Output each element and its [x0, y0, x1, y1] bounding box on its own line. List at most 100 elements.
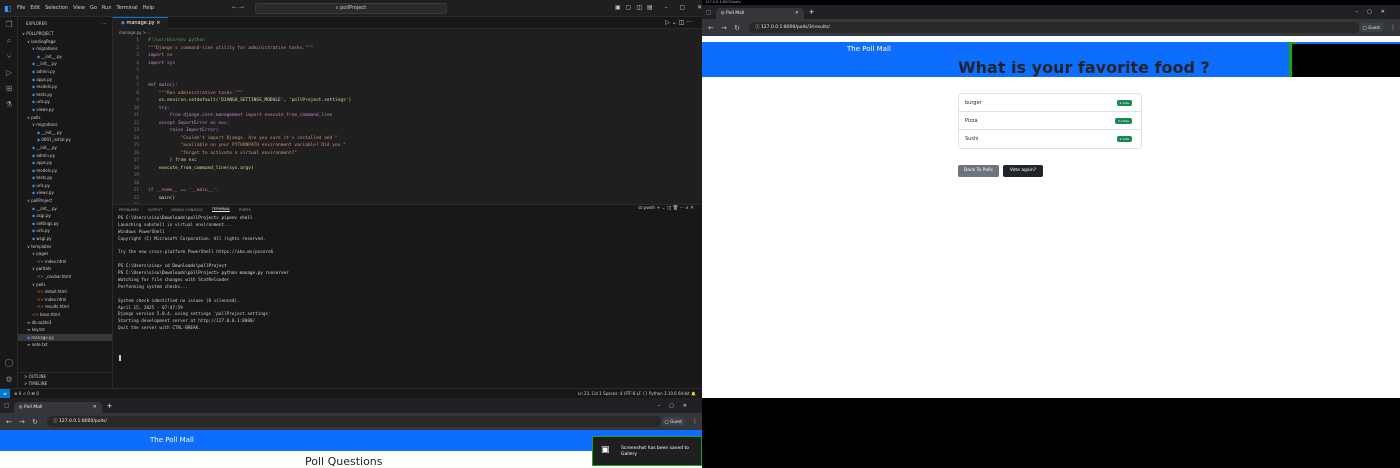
tree-item[interactable]: ∨ landingPage	[18, 38, 112, 46]
tree-item[interactable]: ◆ asgi.py	[18, 212, 112, 220]
tree-item[interactable]: ≡ key.txt	[18, 326, 112, 334]
back-icon[interactable]: ←	[708, 24, 715, 32]
tree-item[interactable]: ∨ migrations	[18, 121, 112, 129]
search-icon[interactable]: ⌕	[0, 33, 18, 49]
tab-debug-console[interactable]: DEBUG CONSOLE	[171, 208, 202, 212]
tree-item[interactable]: <> base.html	[18, 311, 112, 319]
timeline-section[interactable]: > TIMELINE	[18, 380, 112, 388]
guest-profile-button[interactable]: ◯ Guest	[1358, 23, 1384, 32]
menu-kebab-icon[interactable]: ⋮	[1390, 24, 1396, 31]
editor-actions[interactable]: ▷ ⌄ ◫ ···	[665, 19, 692, 26]
address-bar[interactable]: ⓘ 127.0.0.1:8000/polls/3/results/	[749, 22, 1360, 33]
browser-tab[interactable]: ◎ Poll Mall ✕	[715, 8, 804, 19]
tree-item[interactable]: ∨ pages	[18, 250, 112, 258]
status-left[interactable]: ⊗ 0 ⚠ 0 ⌘ 0	[14, 389, 39, 398]
tree-item[interactable]: ∨ templates	[18, 243, 112, 251]
back-icon[interactable]: ←	[6, 418, 13, 426]
tree-item[interactable]: <> _navbar.html	[18, 273, 112, 281]
forward-icon[interactable]: →	[721, 24, 728, 32]
source-control-icon[interactable]: ⑂	[0, 49, 18, 65]
menu-item[interactable]: Run	[102, 5, 112, 11]
new-tab-icon[interactable]: +	[107, 402, 113, 410]
extensions-icon[interactable]: ⊞	[0, 81, 18, 97]
tree-item[interactable]: ◆ 0001_initial.py	[18, 136, 112, 144]
tree-item[interactable]: ∨ migrations	[18, 45, 112, 53]
screenshot-toast[interactable]: ▣ Screenshot has been saved to Gallery	[592, 436, 702, 466]
tree-item[interactable]: <> index.html	[18, 296, 112, 304]
tree-item[interactable]: ◆ urls.py	[18, 182, 112, 190]
menu-item[interactable]: Go	[90, 5, 97, 11]
tree-item[interactable]: ∨ polls	[18, 114, 112, 122]
close-tab-icon[interactable]: ✕	[93, 402, 97, 413]
explorer-icon[interactable]: ❐	[0, 17, 18, 33]
browser-tab[interactable]: ◎ Poll Mall ✕	[13, 401, 102, 413]
navbar-brand[interactable]: The Poll Mall	[150, 430, 194, 451]
tree-item[interactable]: ◆ __init__.py	[18, 53, 112, 61]
reload-icon[interactable]: ↻	[734, 24, 741, 32]
tab-problems[interactable]: PROBLEMS	[119, 208, 139, 212]
tree-item[interactable]: ◆ admin.py	[18, 152, 112, 160]
tree-item[interactable]: ◆ __init__.py	[18, 60, 112, 68]
tree-item[interactable]: ◆ views.py	[18, 189, 112, 197]
more-actions-icon[interactable]: ···	[102, 21, 106, 26]
tree-item[interactable]: ◆ wsgi.py	[18, 235, 112, 243]
tree-item[interactable]: <> results.html	[18, 303, 112, 311]
account-icon[interactable]: ◯	[0, 355, 18, 371]
tab-list-icon[interactable]: ▢	[4, 402, 10, 409]
window-controls[interactable]: –▢✕	[1356, 9, 1394, 15]
tree-item[interactable]: ∨ POLLPROJECT	[18, 30, 112, 38]
tree-item[interactable]: ∨ partials	[18, 265, 112, 273]
back-to-polls-button[interactable]: Back To Polls	[958, 165, 999, 177]
tree-item[interactable]: ◆ tests.py	[18, 91, 112, 99]
tree-item[interactable]: ◆ tests.py	[18, 174, 112, 182]
tree-item[interactable]: ≡ db.sqlite3	[18, 319, 112, 327]
menu-item[interactable]: Edit	[30, 5, 40, 11]
settings-gear-icon[interactable]: ⚙	[0, 372, 18, 388]
tree-item[interactable]: ◆ settings.py	[18, 220, 112, 228]
navbar-brand[interactable]: The Poll Mall	[847, 42, 891, 56]
tree-item[interactable]: ∨ polls	[18, 281, 112, 289]
tree-item[interactable]: ◆ __init__.py	[18, 144, 112, 152]
outline-section[interactable]: > OUTLINE	[18, 373, 112, 381]
window-controls[interactable]: –▢✕	[658, 403, 696, 409]
tree-item[interactable]: ◆ __init__.py	[18, 205, 112, 213]
command-search[interactable]: ⌕ pollProject	[255, 3, 447, 14]
menu-item[interactable]: File	[17, 5, 25, 11]
status-right[interactable]: Ln 23, Col 1 Spaces: 4 UTF-8 LF {} Pytho…	[578, 389, 696, 398]
menu-kebab-icon[interactable]: ⋮	[692, 418, 698, 425]
terminal-output[interactable]: PS C:\Users\sisu\Downloads\pollProject> …	[118, 216, 698, 333]
tree-item[interactable]: ◆ __init__.py	[18, 129, 112, 137]
tree-item[interactable]: <> index.html	[18, 258, 112, 266]
tree-item[interactable]: ∨ pollProject	[18, 197, 112, 205]
tree-item[interactable]: <> detail.html	[18, 288, 112, 296]
testing-icon[interactable]: ⚗	[0, 97, 18, 113]
tree-item[interactable]: ◆ models.py	[18, 83, 112, 91]
nav-arrows-icon[interactable]: ← →	[232, 4, 244, 11]
tab-manage-py[interactable]: ◆ manage.py ×	[113, 16, 169, 29]
menu-item[interactable]: View	[73, 5, 85, 11]
code-editor[interactable]: 1 #!/usr/bin/env python 2 """Django's comma…	[113, 37, 702, 210]
tab-terminal[interactable]: TERMINAL	[211, 207, 231, 212]
reload-icon[interactable]: ↻	[32, 418, 39, 426]
window-controls[interactable]: ▣▢◫▤ – ▢ ✕	[615, 4, 702, 11]
tree-item[interactable]: ◆ urls.py	[18, 227, 112, 235]
vote-again-button[interactable]: Vote again?	[1003, 165, 1043, 177]
menu-item[interactable]: Terminal	[117, 5, 138, 11]
tree-item[interactable]: ◆ manage.py	[18, 333, 112, 342]
menu-item[interactable]: Selection	[45, 5, 68, 11]
breadcrumb[interactable]: manage.py > ...	[113, 29, 702, 37]
tree-item[interactable]: ◆ models.py	[18, 167, 112, 175]
tree-item[interactable]: ◆ apps.py	[18, 159, 112, 167]
panel-actions[interactable]: ⊡ pwsh + ⌄ ◫ 🗑 ··· ∧ ✕	[638, 206, 694, 211]
tab-list-icon[interactable]: ▢	[706, 9, 712, 16]
tree-item[interactable]: ◆ urls.py	[18, 98, 112, 106]
tab-ports[interactable]: PORTS	[239, 208, 251, 212]
tree-item[interactable]: ◆ views.py	[18, 106, 112, 114]
close-icon[interactable]: ×	[156, 20, 160, 26]
tree-item[interactable]: ◆ apps.py	[18, 76, 112, 84]
forward-icon[interactable]: →	[19, 418, 26, 426]
address-bar[interactable]: ⓘ 127.0.0.1:8000/polls/	[47, 416, 662, 427]
remote-icon[interactable]: ⇄	[0, 389, 10, 398]
new-tab-icon[interactable]: +	[809, 8, 815, 16]
menu-item[interactable]: Help	[143, 5, 154, 11]
